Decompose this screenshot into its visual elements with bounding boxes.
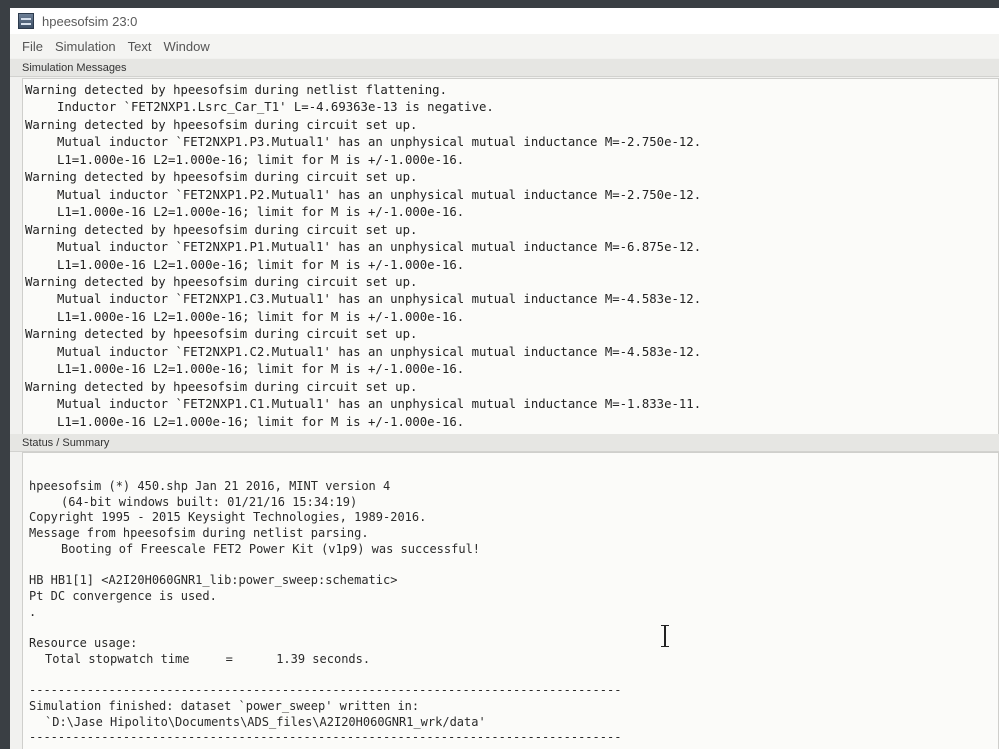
app-window-icon[interactable]: [18, 13, 34, 29]
message-line: L1=1.000e-16 L2=1.000e-16; limit for M i…: [57, 152, 465, 167]
simulation-messages-title: Simulation Messages: [22, 61, 127, 74]
status-summary-header: Status / Summary: [10, 434, 999, 452]
message-line: Mutual inductor `FET2NXP1.P3.Mutual1' ha…: [57, 135, 702, 150]
status-line: `D:\Jase Hipolito\Documents\ADS_files\A2…: [45, 714, 486, 729]
status-line: Pt DC convergence is used.: [29, 588, 217, 603]
status-line: .: [29, 604, 37, 619]
status-summary-title: Status / Summary: [22, 436, 110, 449]
message-line: L1=1.000e-16 L2=1.000e-16; limit for M i…: [57, 257, 465, 272]
message-line: Warning detected by hpeesofsim during ci…: [25, 379, 418, 394]
message-line: Warning detected by hpeesofsim during ci…: [25, 117, 418, 132]
simulation-messages-panel[interactable]: Warning detected by hpeesofsim during ne…: [22, 78, 999, 438]
message-line: Warning detected by hpeesofsim during ci…: [25, 274, 418, 289]
message-line: Mutual inductor `FET2NXP1.P1.Mutual1' ha…: [57, 240, 702, 255]
message-line: Warning detected by hpeesofsim during ci…: [25, 222, 418, 237]
menu-file[interactable]: File: [22, 39, 43, 54]
message-line: Mutual inductor `FET2NXP1.P2.Mutual1' ha…: [57, 187, 702, 202]
title-bar[interactable]: hpeesofsim 23:0: [10, 8, 999, 34]
message-line: L1=1.000e-16 L2=1.000e-16; limit for M i…: [57, 362, 465, 377]
menu-text[interactable]: Text: [128, 39, 152, 54]
message-line: L1=1.000e-16 L2=1.000e-16; limit for M i…: [57, 309, 465, 324]
status-line: Message from hpeesofsim during netlist p…: [29, 526, 369, 541]
message-line: Warning detected by hpeesofsim during ci…: [25, 327, 418, 342]
message-line: Inductor `FET2NXP1.Lsrc_Car_T1' L=-4.693…: [57, 100, 494, 115]
status-line: hpeesofsim (*) 450.shp Jan 21 2016, MINT…: [29, 479, 391, 493]
status-line: [29, 558, 998, 574]
menu-simulation[interactable]: Simulation: [55, 39, 116, 54]
message-line: L1=1.000e-16 L2=1.000e-16; limit for M i…: [57, 414, 465, 429]
status-line: [29, 620, 998, 636]
message-line: Mutual inductor `FET2NXP1.C2.Mutual1' ha…: [57, 344, 702, 359]
window-title: hpeesofsim 23:0: [42, 13, 138, 29]
status-line: (64-bit windows built: 01/21/16 15:34:19…: [61, 494, 358, 509]
simulator-window: hpeesofsim 23:0 File Simulation Text Win…: [10, 8, 999, 749]
menu-bar: File Simulation Text Window: [10, 34, 999, 58]
status-line: Simulation finished: dataset `power_swee…: [29, 698, 420, 713]
status-line: Booting of Freescale FET2 Power Kit (v1p…: [61, 541, 481, 556]
status-line: Total stopwatch time = 1.39 seconds.: [45, 651, 371, 666]
status-summary-log[interactable]: hpeesofsim (*) 450.shp Jan 21 2016, MINT…: [23, 453, 998, 746]
menu-window[interactable]: Window: [164, 39, 210, 54]
status-summary-panel[interactable]: hpeesofsim (*) 450.shp Jan 21 2016, MINT…: [22, 452, 999, 749]
message-line: Warning detected by hpeesofsim during ci…: [25, 170, 418, 185]
status-line: Resource usage:: [29, 636, 138, 651]
status-line: [29, 667, 998, 683]
simulation-messages-header: Simulation Messages: [10, 59, 999, 77]
status-line: ----------------------------------------…: [29, 683, 622, 698]
message-line: Warning detected by hpeesofsim during ne…: [25, 83, 447, 97]
message-line: Mutual inductor `FET2NXP1.C3.Mutual1' ha…: [57, 292, 702, 307]
status-line: Copyright 1995 - 2015 Keysight Technolog…: [29, 510, 427, 525]
message-line: Mutual inductor `FET2NXP1.C1.Mutual1' ha…: [57, 397, 702, 412]
text-cursor-icon: [660, 625, 670, 647]
status-line: HB HB1[1] <A2I20H060GNR1_lib:power_sweep…: [29, 573, 398, 588]
simulation-messages-log[interactable]: Warning detected by hpeesofsim during ne…: [23, 79, 998, 431]
message-line: L1=1.000e-16 L2=1.000e-16; limit for M i…: [57, 205, 465, 220]
status-line: ----------------------------------------…: [29, 730, 622, 745]
